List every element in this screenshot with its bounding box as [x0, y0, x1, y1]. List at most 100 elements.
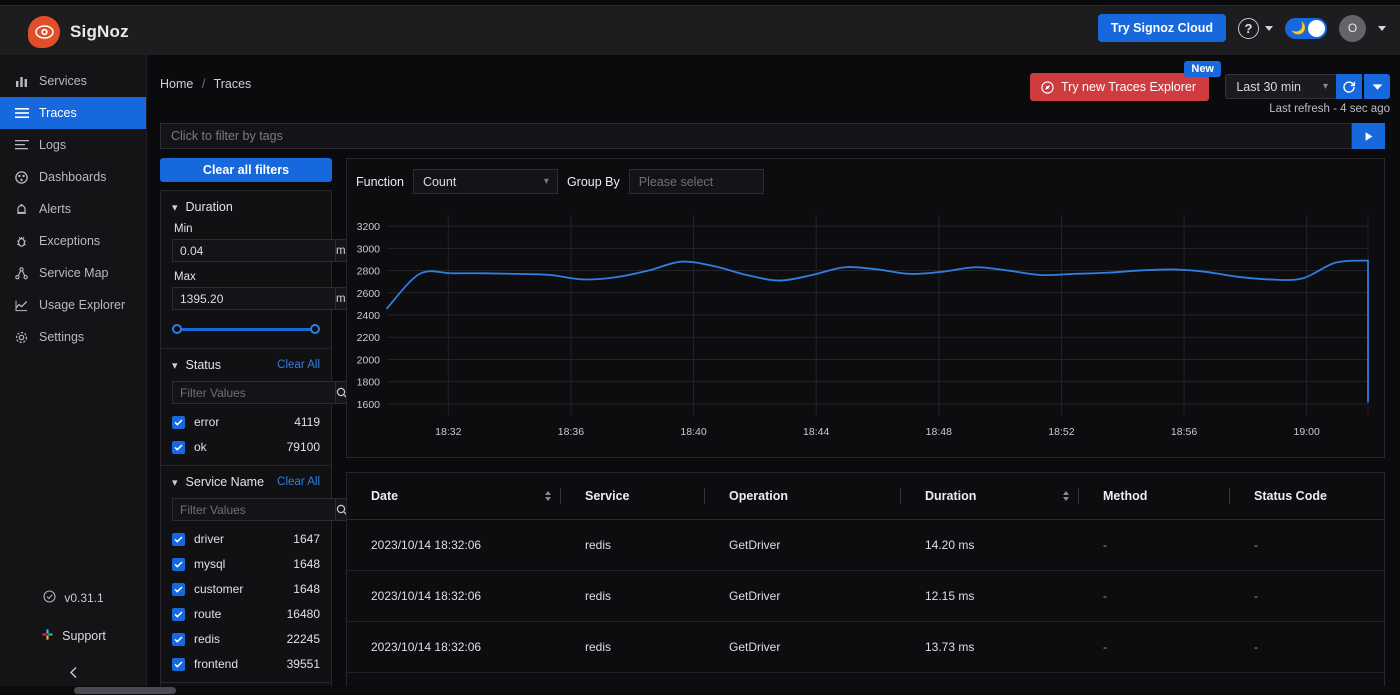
brand-name: SigNoz	[70, 22, 129, 41]
column-label: Service	[585, 489, 630, 503]
avatar[interactable]: O	[1339, 14, 1366, 42]
service-name-clear-all-link[interactable]: Clear All	[277, 476, 320, 488]
time-range-select[interactable]: Last 30 min ▾	[1225, 74, 1336, 99]
duration-min-input[interactable]	[172, 239, 336, 262]
clear-all-filters-button[interactable]: Clear all filters	[160, 158, 332, 182]
service-name-search-input[interactable]	[172, 498, 336, 521]
explorer-button-label: Try new Traces Explorer	[1061, 80, 1196, 94]
y-axis-tick-label: 2800	[357, 266, 381, 278]
breadcrumb-separator: /	[201, 77, 206, 91]
chevron-down-icon[interactable]: ▾	[172, 359, 178, 372]
x-axis-tick-label: 18:36	[558, 426, 584, 438]
try-new-traces-explorer-button[interactable]: Try new Traces Explorer	[1030, 73, 1209, 101]
slider-handle-min[interactable]	[172, 324, 182, 334]
sidebar-item-dashboards[interactable]: Dashboards	[0, 161, 146, 193]
column-header-date[interactable]: Date	[347, 473, 561, 520]
menu-lines-icon	[14, 106, 29, 121]
sidebar-item-usage-explorer[interactable]: Usage Explorer	[0, 289, 146, 321]
app-header: SigNoz Try Signoz Cloud ? 🌙 O	[0, 6, 1400, 55]
node-tree-icon	[14, 266, 29, 281]
scrollbar-thumb[interactable]	[74, 687, 176, 694]
table-body: 2023/10/14 18:32:06 redis GetDriver 14.20 m…	[347, 519, 1384, 695]
tag-filter-input[interactable]: Click to filter by tags	[160, 123, 1352, 149]
checkbox-checked-icon[interactable]	[172, 440, 185, 454]
service-value-driver[interactable]: driver 1647	[172, 532, 320, 546]
column-header-status-code[interactable]: Status Code	[1230, 473, 1384, 520]
slider-handle-max[interactable]	[310, 324, 320, 334]
trace-operation: GetDriver	[705, 570, 901, 622]
status-value-ok[interactable]: ok 79100	[172, 440, 320, 454]
service-value-route[interactable]: route 16480	[172, 607, 320, 621]
duration-min-label: Min	[174, 223, 193, 235]
checkbox-checked-icon[interactable]	[172, 657, 185, 671]
sidebar-collapse-button[interactable]	[0, 666, 147, 679]
checkbox-checked-icon[interactable]	[172, 632, 185, 646]
help-menu[interactable]: ?	[1238, 17, 1273, 39]
time-range-dropdown-button[interactable]	[1364, 74, 1390, 99]
sort-toggle-date[interactable]	[545, 491, 551, 501]
version-label: v0.31.1	[64, 591, 104, 605]
support-row[interactable]: Support	[0, 628, 147, 644]
chart-line-count	[386, 259, 1369, 403]
filters-panel: Clear all filters ▾ Duration Min ms Max	[160, 158, 353, 695]
duration-max-input[interactable]	[172, 287, 336, 310]
column-header-method[interactable]: Method	[1079, 473, 1230, 520]
column-header-operation[interactable]: Operation	[705, 473, 901, 520]
align-left-icon	[14, 138, 29, 153]
service-value-label: mysql	[194, 557, 226, 571]
table-row[interactable]: 2023/10/14 18:32:06 redis GetDriver 12.15 m…	[347, 570, 1384, 622]
sidebar-item-logs[interactable]: Logs	[0, 129, 146, 161]
brand[interactable]: SigNoz	[28, 16, 129, 48]
x-axis-tick-label: 18:40	[680, 426, 706, 438]
status-search-row	[172, 381, 349, 404]
try-signoz-cloud-button[interactable]: Try Signoz Cloud	[1097, 14, 1226, 42]
theme-toggle[interactable]: 🌙	[1285, 17, 1327, 39]
checkbox-checked-icon[interactable]	[172, 415, 185, 429]
sidebar-item-label: Alerts	[39, 202, 71, 216]
chevron-down-icon[interactable]: ▾	[172, 201, 178, 214]
sidebar-item-settings[interactable]: Settings	[0, 321, 146, 353]
checkbox-checked-icon[interactable]	[172, 582, 185, 596]
count-over-time-chart[interactable]: 1600 1800 2000 2200 2400 2600 2800 3000 3200 18:3…	[347, 207, 1386, 457]
avatar-chevron-down-icon[interactable]	[1378, 25, 1386, 31]
question-circle-icon[interactable]: ?	[1238, 17, 1259, 39]
duration-range-slider[interactable]	[172, 321, 320, 337]
sidebar-item-traces[interactable]: Traces	[0, 97, 146, 129]
toggle-knob	[1308, 19, 1325, 37]
status-value-error[interactable]: error 4119	[172, 415, 320, 429]
status-clear-all-link[interactable]: Clear All	[277, 359, 320, 371]
table-row[interactable]: 2023/10/14 18:32:06 redis GetDriver 13.73 m…	[347, 621, 1384, 673]
tag-filter-submit-button[interactable]	[1352, 123, 1385, 149]
service-value-frontend[interactable]: frontend 39551	[172, 657, 320, 671]
checkbox-checked-icon[interactable]	[172, 557, 185, 571]
checkbox-checked-icon[interactable]	[172, 532, 185, 546]
table-row[interactable]: 2023/10/14 18:32:06 redis GetDriver 14.20 m…	[347, 519, 1384, 571]
version-row: v0.31.1	[0, 590, 147, 606]
filter-section-header[interactable]: ▾ Duration	[172, 200, 320, 214]
column-label: Status Code	[1254, 489, 1327, 503]
column-label: Method	[1103, 489, 1148, 503]
sidebar-item-services[interactable]: Services	[0, 65, 146, 97]
page-horizontal-scrollbar[interactable]	[0, 686, 1400, 695]
chevron-down-icon[interactable]	[1265, 25, 1273, 31]
service-value-customer[interactable]: customer 1648	[172, 582, 320, 596]
checkbox-checked-icon[interactable]	[172, 607, 185, 621]
group-by-select[interactable]: Please select	[628, 169, 764, 194]
breadcrumb-home[interactable]: Home	[160, 77, 193, 91]
sidebar-item-exceptions[interactable]: Exceptions	[0, 225, 146, 257]
function-select[interactable]: Count ▾	[412, 169, 558, 194]
chevron-down-icon[interactable]: ▾	[172, 476, 178, 489]
sidebar-item-service-map[interactable]: Service Map	[0, 257, 146, 289]
sort-toggle-duration[interactable]	[1063, 491, 1069, 501]
trace-date: 2023/10/14 18:32:06	[347, 570, 561, 622]
service-value-label: frontend	[194, 657, 239, 671]
sidebar-item-alerts[interactable]: Alerts	[0, 193, 146, 225]
column-header-duration[interactable]: Duration	[901, 473, 1079, 520]
service-value-mysql[interactable]: mysql 1648	[172, 557, 320, 571]
column-header-service[interactable]: Service	[561, 473, 705, 520]
trace-duration: 12.15 ms	[901, 570, 1079, 622]
service-value-redis[interactable]: redis 22245	[172, 632, 320, 646]
refresh-button[interactable]	[1336, 74, 1362, 99]
group-by-label: Group By	[566, 174, 620, 189]
status-search-input[interactable]	[172, 381, 336, 404]
